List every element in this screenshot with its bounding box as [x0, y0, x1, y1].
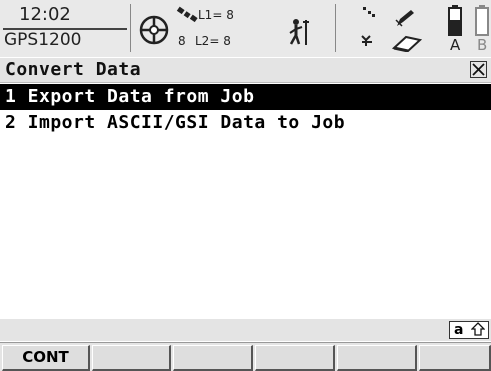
input-mode-indicator: a	[449, 321, 489, 339]
cf-card-icon	[392, 34, 422, 52]
title-bar: Convert Data	[0, 58, 491, 83]
menu-item-label: 1 Export Data from Job	[5, 86, 255, 107]
battery-a-icon	[448, 4, 462, 36]
memory-b-label: B	[477, 36, 488, 54]
softkey-5[interactable]	[337, 345, 417, 371]
menu-list: 1 Export Data from Job 2 Import ASCII/GS…	[0, 84, 491, 136]
memory-a-label: A	[450, 36, 461, 54]
status-bar: 12:02 GPS1200 L1= 8 8 L2= 8 A B	[0, 0, 491, 57]
battery-b-icon	[475, 4, 489, 36]
satellite-count: 8	[178, 34, 186, 48]
close-button[interactable]	[470, 61, 487, 78]
status-separator	[130, 4, 131, 52]
input-mode-bar: a	[0, 319, 491, 341]
softkey-3[interactable]	[173, 345, 253, 371]
clock-time: 12:02	[19, 4, 71, 25]
l2-satellite-count: L2= 8	[195, 34, 231, 48]
link-icon	[362, 6, 376, 18]
close-x-icon	[471, 62, 486, 77]
softkey-6[interactable]	[419, 345, 491, 371]
softkey-cont[interactable]: CONT	[2, 345, 90, 371]
l1-satellite-count: L1= 8	[198, 8, 234, 22]
shift-arrow-icon	[470, 322, 486, 340]
device-name: GPS1200	[4, 30, 82, 50]
input-mode-label: a	[454, 322, 464, 338]
softkey-4[interactable]	[255, 345, 335, 371]
menu-item-import-data[interactable]: 2 Import ASCII/GSI Data to Job	[0, 110, 491, 136]
time-device-panel: 12:02 GPS1200	[3, 3, 127, 53]
pen-icon	[394, 8, 416, 28]
page-title: Convert Data	[5, 59, 142, 80]
menu-item-export-data[interactable]: 1 Export Data from Job	[0, 84, 491, 110]
rover-survey-icon	[288, 18, 312, 46]
satellite-signal-icon	[176, 5, 198, 23]
status-separator	[335, 4, 336, 52]
satellite-crosshair-icon	[138, 14, 170, 46]
softkey-bar: CONT	[0, 342, 491, 371]
softkey-2[interactable]	[92, 345, 171, 371]
menu-item-label: 2 Import ASCII/GSI Data to Job	[5, 112, 346, 133]
radio-antenna-icon	[360, 34, 376, 48]
